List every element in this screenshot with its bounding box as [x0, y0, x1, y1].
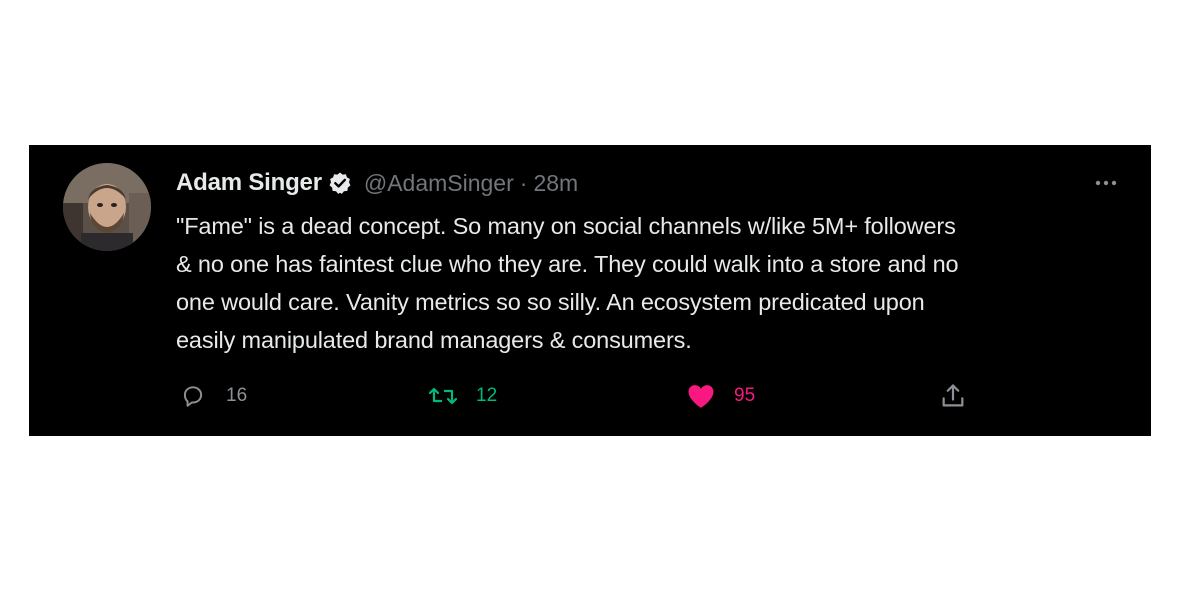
- retweet-button[interactable]: 12: [428, 381, 497, 411]
- share-button[interactable]: [938, 381, 968, 411]
- retweet-count: 12: [476, 385, 498, 406]
- avatar[interactable]: [63, 163, 151, 251]
- tweet-timestamp[interactable]: 28m: [533, 170, 578, 197]
- like-count: 95: [734, 385, 756, 406]
- like-button[interactable]: 95: [686, 381, 755, 411]
- separator-dot: ·: [519, 169, 528, 196]
- more-options-icon[interactable]: [1091, 175, 1121, 191]
- reply-button[interactable]: 16: [178, 381, 247, 411]
- tweet-text: "Fame" is a dead concept. So many on soc…: [176, 213, 959, 353]
- share-icon: [938, 381, 968, 411]
- tweet-header: Adam Singer @AdamSinger · 28m: [176, 167, 578, 199]
- verified-badge-icon: [328, 171, 352, 195]
- avatar-photo: [63, 163, 151, 251]
- heart-icon: [686, 381, 716, 411]
- tweet-card[interactable]: Adam Singer @AdamSinger · 28m "Fame" is …: [29, 145, 1151, 436]
- reply-icon: [178, 381, 208, 411]
- display-name[interactable]: Adam Singer: [176, 169, 322, 197]
- user-handle[interactable]: @AdamSinger: [364, 170, 514, 197]
- tweet-actions: 16 12 95: [176, 381, 976, 411]
- reply-count: 16: [226, 385, 248, 406]
- retweet-icon: [428, 381, 458, 411]
